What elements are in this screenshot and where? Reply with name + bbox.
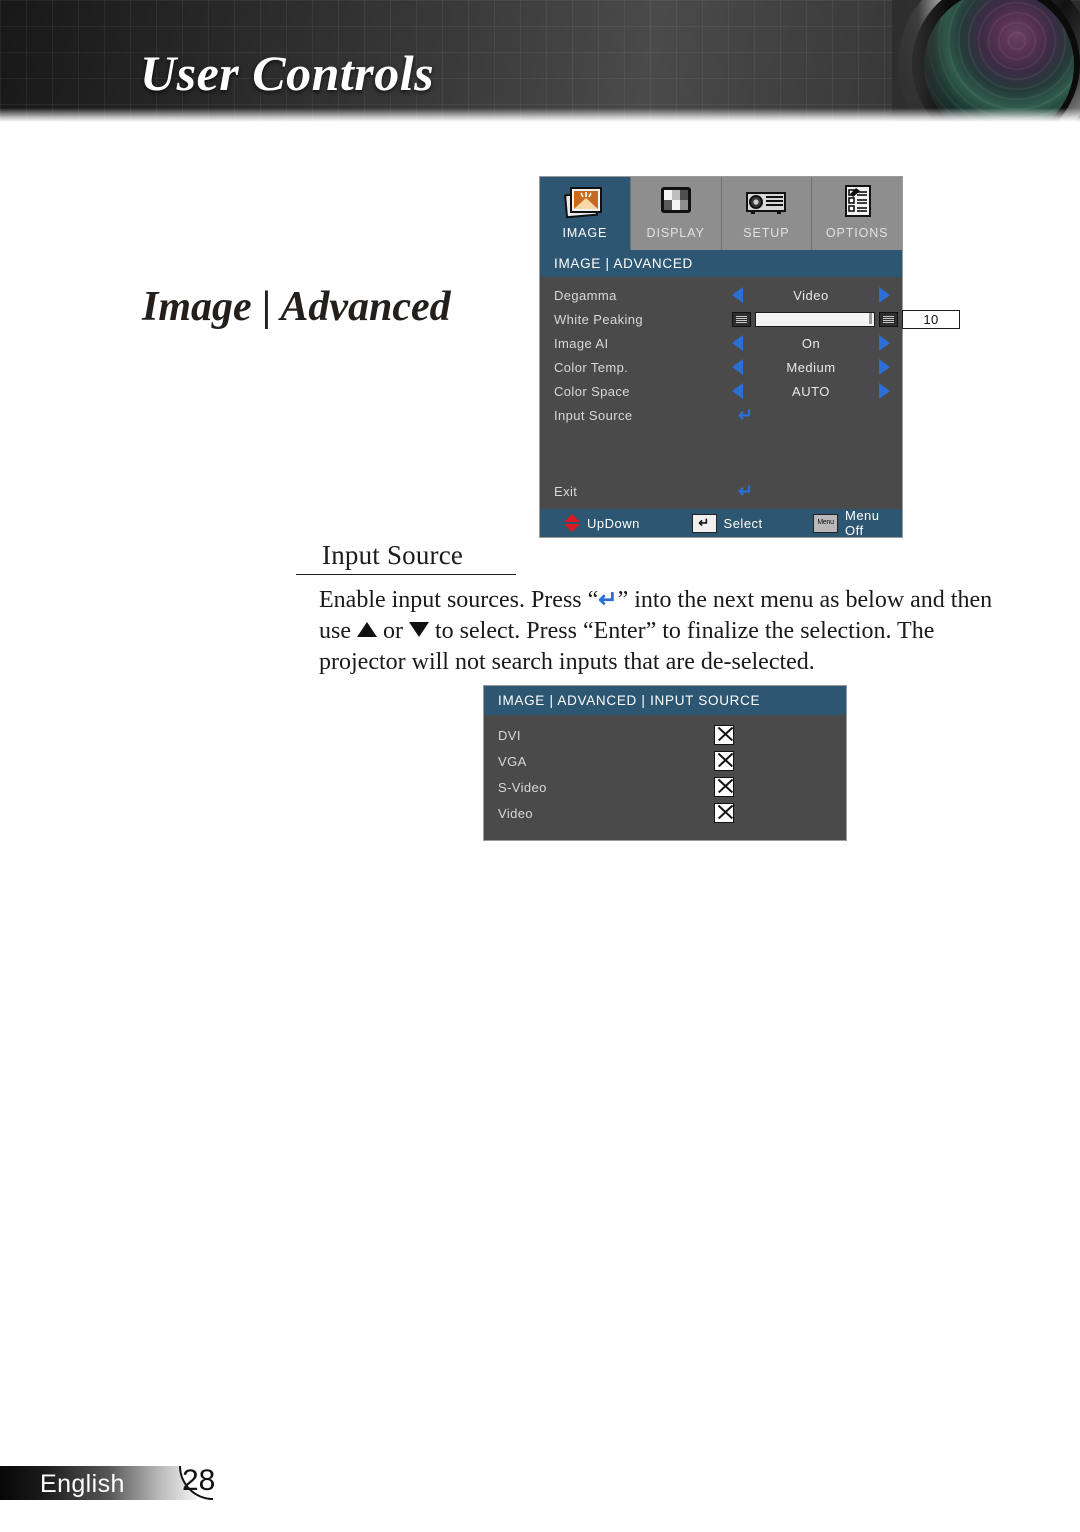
left-arrow-icon[interactable] <box>732 287 743 303</box>
checkbox-x-icon[interactable] <box>714 725 734 745</box>
left-arrow-icon[interactable] <box>732 335 743 351</box>
checkbox-x-icon[interactable] <box>714 803 734 823</box>
osd-hint-bar: UpDown ↵ Select Menu Menu Off <box>540 508 902 538</box>
menu-row-input-source-label: Input Source <box>554 407 633 423</box>
tab-setup-label: SETUP <box>743 226 790 240</box>
hint-updown-label: UpDown <box>587 515 640 531</box>
menu-row-image-ai-value: On <box>801 335 821 351</box>
hint-updown: UpDown <box>564 514 692 532</box>
right-arrow-icon[interactable] <box>879 287 890 303</box>
osd-input-source-body: DVI VGA S-Video Video <box>484 715 846 840</box>
page-title: Image | Advanced <box>142 284 451 330</box>
osd-breadcrumb-title: IMAGE | ADVANCED <box>540 250 902 277</box>
input-source-row-dvi-label: DVI <box>498 727 521 743</box>
menu-row-color-temp-label: Color Temp. <box>554 359 629 375</box>
input-source-row-vga-label: VGA <box>498 753 527 769</box>
camera-lens-icon <box>892 0 1080 122</box>
checkbox-x-icon[interactable] <box>714 751 734 771</box>
enter-arrow-icon[interactable]: ↵ <box>738 406 753 424</box>
osd-input-source-title: IMAGE | ADVANCED | INPUT SOURCE <box>484 686 846 715</box>
input-source-row-svideo-label: S-Video <box>498 779 547 795</box>
menu-row-color-temp-value: Medium <box>786 359 836 375</box>
tab-setup[interactable]: SETUP <box>721 177 813 250</box>
setup-projector-icon <box>743 182 789 224</box>
slider-knob[interactable] <box>869 312 872 324</box>
menu-row-color-temp[interactable]: Color Temp. Medium <box>540 355 902 379</box>
right-arrow-icon[interactable] <box>879 335 890 351</box>
menu-row-exit-label: Exit <box>554 483 578 499</box>
tab-image-label: IMAGE <box>562 226 608 240</box>
paragraph-part-3: or <box>377 618 409 644</box>
white-peaking-value[interactable]: 10 <box>902 309 960 329</box>
updown-arrows-icon <box>564 514 580 532</box>
page-footer: English 28 <box>0 1464 240 1504</box>
menu-row-degamma[interactable]: Degamma Video <box>540 283 902 307</box>
osd-main-panel: IMAGE DISPLAY SETUP OPTIONS IMAGE | ADVA… <box>539 176 960 538</box>
menu-row-white-peaking-label: White Peaking <box>554 311 644 327</box>
section-heading: Input Source <box>296 540 516 575</box>
header-title: User Controls <box>140 45 435 101</box>
tab-image[interactable]: IMAGE <box>540 177 631 250</box>
menu-row-white-peaking[interactable]: White Peaking 10 <box>540 307 960 331</box>
white-peaking-slider[interactable] <box>755 311 875 327</box>
image-photo-icon <box>562 182 608 224</box>
osd-menu-body: Degamma Video White Peaking 10 Image AI … <box>540 277 960 509</box>
hint-select: ↵ Select <box>691 513 814 533</box>
input-source-row-video-label: Video <box>498 805 534 821</box>
hint-menu-off-label: Menu Off <box>845 508 880 538</box>
left-arrow-icon[interactable] <box>732 383 743 399</box>
osd-tab-bar: IMAGE DISPLAY SETUP OPTIONS <box>540 177 902 250</box>
header-bottom-fade <box>0 108 1080 122</box>
tab-display[interactable]: DISPLAY <box>630 177 722 250</box>
menu-row-color-space-label: Color Space <box>554 383 630 399</box>
up-triangle-icon <box>357 622 377 637</box>
slider-increase-icon[interactable] <box>879 311 898 327</box>
right-arrow-icon[interactable] <box>879 359 890 375</box>
menu-key-icon: Menu <box>813 513 838 533</box>
left-arrow-icon[interactable] <box>732 359 743 375</box>
paragraph-part-1: Enable input sources. Press “ <box>319 587 599 613</box>
menu-row-image-ai[interactable]: Image AI On <box>540 331 902 355</box>
menu-row-input-source[interactable]: Input Source ↵ <box>540 403 902 427</box>
page-header-banner: User Controls <box>0 0 1080 122</box>
checkbox-x-icon[interactable] <box>714 777 734 797</box>
tab-options[interactable]: OPTIONS <box>812 177 902 250</box>
hint-menu-off: Menu Menu Off <box>813 508 902 538</box>
menu-row-color-space[interactable]: Color Space AUTO <box>540 379 902 403</box>
menu-row-degamma-value: Video <box>793 287 829 303</box>
menu-row-degamma-label: Degamma <box>554 287 617 303</box>
menu-spacer <box>540 427 902 479</box>
menu-row-color-space-value: AUTO <box>792 383 830 399</box>
input-source-row-dvi[interactable]: DVI <box>484 722 846 748</box>
right-arrow-icon[interactable] <box>879 383 890 399</box>
tab-options-label: OPTIONS <box>825 226 889 240</box>
section-paragraph: Enable input sources. Press “↵” into the… <box>319 584 1009 678</box>
input-source-row-svideo[interactable]: S-Video <box>484 774 846 800</box>
down-triangle-icon <box>409 622 429 637</box>
options-checklist-icon <box>834 182 880 224</box>
slider-decrease-icon[interactable] <box>732 311 751 327</box>
menu-row-exit[interactable]: Exit ↵ <box>540 479 902 503</box>
menu-row-image-ai-label: Image AI <box>554 335 609 351</box>
footer-language-label: English <box>40 1470 125 1498</box>
enter-key-icon: ↵ <box>691 513 717 533</box>
enter-arrow-icon[interactable]: ↵ <box>738 482 753 500</box>
page-number: 28 <box>182 1464 216 1497</box>
display-checker-icon <box>653 182 699 224</box>
enter-arrow-icon: ↵ <box>598 587 618 612</box>
hint-select-label: Select <box>723 515 763 531</box>
input-source-row-video[interactable]: Video <box>484 800 846 826</box>
input-source-row-vga[interactable]: VGA <box>484 748 846 774</box>
osd-input-source-panel: IMAGE | ADVANCED | INPUT SOURCE DVI VGA … <box>483 685 847 841</box>
tab-display-label: DISPLAY <box>646 226 705 240</box>
